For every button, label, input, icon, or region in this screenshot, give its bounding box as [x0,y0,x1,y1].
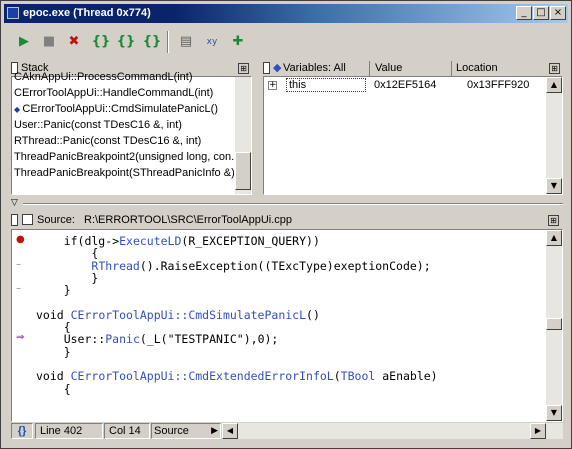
variable-name-cell[interactable]: this [286,78,366,92]
pin-icon[interactable]: ⊞ [549,63,560,74]
stack-frame[interactable]: ThreadPanicBreakpoint(SThreadPanicInfo &… [14,165,235,181]
pane-grip-icon [11,214,18,226]
source-file-icon [22,214,33,225]
dropdown-arrow-icon[interactable]: ▶ [211,424,218,438]
breakpoints-view-icon[interactable]: ✚ [228,32,248,52]
debugger-window: epoc.exe (Thread 0x774) _ □ × ▶ ■ ✖ {} {… [0,0,572,449]
stack-frame-label: CErrorToolAppUi::CmdSimulatePanicL() [22,103,218,115]
run-icon[interactable]: ▶ [14,32,34,52]
splitter-line [23,203,563,205]
stack-scroll-thumb[interactable] [235,152,251,190]
pane-splitter[interactable]: ▽ [11,198,563,208]
pin-icon[interactable]: ⊞ [238,63,249,74]
collapse-icon[interactable]: ▽ [11,198,18,208]
maximize-button[interactable]: □ [533,6,549,20]
code-line[interactable]: } [36,345,71,359]
minimize-button[interactable]: _ [516,6,532,20]
pin-icon[interactable]: ⊞ [548,215,559,226]
scroll-down-arrow[interactable]: ▼ [546,178,562,194]
stack-frame[interactable]: ThreadPanicBreakpoint2(unsigned long, co… [14,149,240,165]
code-line[interactable]: { [36,382,71,396]
line-number: Line 402 [35,423,103,439]
variables-scrollbar[interactable]: ▲ ▼ [546,77,562,194]
variables-icon: ◆ [273,62,282,74]
step-into-icon[interactable]: {} [116,32,136,52]
column-divider[interactable] [451,61,452,76]
scroll-right-arrow[interactable]: ▶ [530,423,546,439]
pane-grip-icon [263,62,270,74]
app-icon [7,7,19,19]
step-over-icon[interactable]: {} [91,32,111,52]
column-divider[interactable] [369,61,370,76]
source-scroll-thumb[interactable] [546,318,562,330]
breakpoint-icon[interactable]: ● [16,234,28,245]
kill-icon[interactable]: ✖ [64,32,84,52]
expand-icon[interactable]: + [268,81,277,90]
step-out-icon[interactable]: {} [142,32,162,52]
variables-pane-header: ◆ Variables: All Value Location ⊞ [263,61,563,76]
breakpoint-slot-icon[interactable]: – [16,283,28,294]
source-label: Source: [37,214,75,226]
variables-list[interactable]: + this 0x12EF5164 0x13FFF920 ▲ ▼ [263,76,563,195]
registers-view-icon[interactable]: ▤ [176,32,196,52]
code-line[interactable]: void CErrorToolAppUi::CmdExtendedErrorIn… [36,369,438,383]
window-title: epoc.exe (Thread 0x774) [23,7,151,19]
scroll-left-arrow[interactable]: ◀ [222,423,238,439]
source-vscrollbar[interactable]: ▲ ▼ [546,230,562,421]
stack-frame[interactable]: CErrorToolAppUi::HandleCommandL(int) [14,85,213,101]
variable-value: 0x12EF5164 [374,79,437,91]
scroll-up-arrow[interactable]: ▲ [546,230,562,246]
stack-scrollbar[interactable] [235,77,251,194]
source-hscrollbar[interactable]: ◀ ▶ [222,423,563,439]
code-line[interactable]: User::Panic(_L("TESTPANIC"),0); [36,332,279,346]
toolbar: ▶ ■ ✖ {} {} {} ▤ xy ✚ [4,26,568,56]
view-mode-selector[interactable]: Source ▶ [151,423,221,439]
scroll-down-arrow[interactable]: ▼ [546,405,562,421]
code-line[interactable]: void CErrorToolAppUi::CmdSimulatePanicL(… [36,308,320,322]
variable-name: this [289,79,307,91]
status-bar: {} Line 402 Col 14 Source ▶ ◀ ▶ [11,423,563,439]
location-column-header[interactable]: Location [456,61,498,75]
source-path: R:\ERRORTOOL\SRC\ErrorToolAppUi.cpp [84,214,293,226]
source-pane-header: Source: R:\ERRORTOOL\SRC\ErrorToolAppUi.… [11,213,563,228]
variable-location: 0x13FFF920 [467,79,530,91]
value-column-header[interactable]: Value [375,61,402,75]
view-mode-label: Source [154,425,189,437]
source-editor[interactable]: ● if(dlg->ExecuteLD(R_EXCEPTION_QUERY)) … [11,229,563,422]
stack-list[interactable]: CAknAppUi::ProcessCommandL(int) CErrorTo… [11,71,252,195]
title-bar[interactable]: epoc.exe (Thread 0x774) _ □ × [4,4,568,23]
close-button[interactable]: × [550,6,566,20]
stack-frame[interactable]: User::Panic(const TDesC16 &, int) [14,117,182,133]
column-number: Col 14 [104,423,150,439]
stop-icon[interactable]: ■ [39,32,59,52]
breakpoint-slot-icon[interactable]: – [16,259,28,270]
current-line-arrow-icon[interactable]: ⇒ [16,332,28,343]
code-line[interactable]: } [36,283,71,297]
function-popup-button[interactable]: {} [11,423,33,439]
scroll-up-arrow[interactable]: ▲ [546,77,562,93]
variables-title[interactable]: Variables: All [283,61,346,75]
stack-frame[interactable]: ◆ CErrorToolAppUi::CmdSimulatePanicL() [14,101,218,117]
stack-frame[interactable]: RThread::Panic(const TDesC16 &, int) [14,133,201,149]
toolbar-separator [167,31,169,53]
stack-row-clipped: CAknAppUi::ProcessCommandL(int) [14,71,193,83]
variables-view-icon[interactable]: xy [202,32,222,52]
